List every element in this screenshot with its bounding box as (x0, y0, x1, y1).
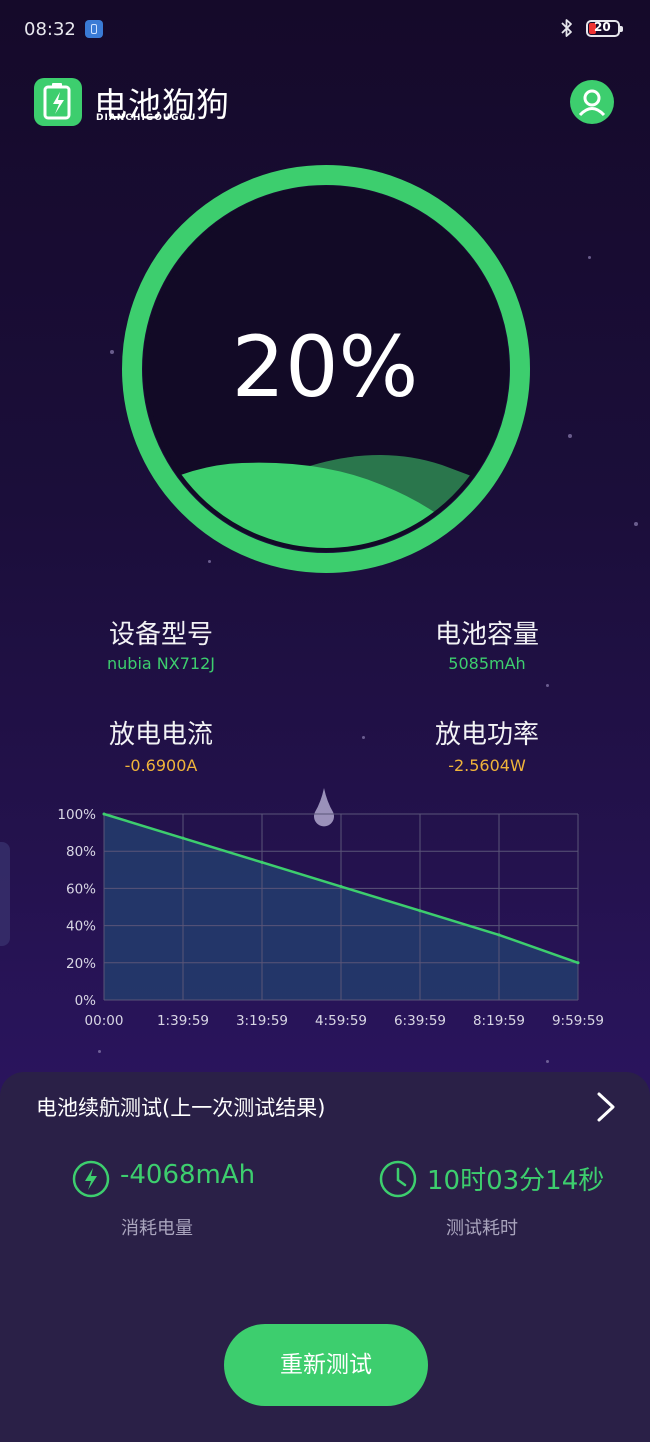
chart-y-tick-label: 60% (66, 881, 96, 897)
star-decoration (546, 684, 549, 687)
chart-data-point (497, 933, 501, 937)
duration-value: 10时03分14秒 (427, 1166, 605, 1196)
chart-x-tick-label: 00:00 (85, 1013, 124, 1029)
power-value: -2.5604W (448, 756, 526, 775)
capacity-label: 电池容量 (434, 620, 539, 650)
chart-data-point (260, 860, 264, 864)
chart-data-point (339, 885, 343, 889)
chart-x-tick-label: 1:39:59 (157, 1013, 209, 1029)
capacity-value: 5085mAh (448, 654, 526, 673)
star-decoration (634, 522, 638, 526)
current-value: -0.6900A (124, 756, 198, 775)
chart-y-tick-label: 0% (75, 993, 97, 1009)
duration-label: 测试耗时 (446, 1218, 518, 1239)
chevron-right-icon[interactable] (594, 1090, 618, 1124)
chart-x-tick-label: 9:59:59 (552, 1013, 604, 1029)
star-decoration (546, 1060, 549, 1063)
clock-icon (379, 1160, 417, 1198)
chart-data-point (181, 836, 185, 840)
chart-y-tick-label: 20% (66, 956, 96, 972)
model-value: nubia NX712J (107, 654, 215, 673)
chart-data-point (102, 812, 106, 816)
chart-x-tick-label: 4:59:59 (315, 1013, 367, 1029)
chart-data-point (576, 961, 580, 965)
lightning-icon (72, 1160, 110, 1198)
discharge-chart: 100% 80% 60% 40% 20% 0% 00:00 1:39:59 3:19:59 4:5… (57, 807, 604, 1029)
chart-x-tick-label: 3:19:59 (236, 1013, 288, 1029)
chart-x-tick-label: 6:39:59 (394, 1013, 446, 1029)
chart-y-tick-label: 80% (66, 844, 96, 860)
power-label: 放电功率 (434, 720, 539, 750)
model-label: 设备型号 (108, 620, 213, 650)
consumed-value: -4068mAh (120, 1160, 256, 1190)
chart-data-point (418, 909, 422, 913)
consumed-label: 消耗电量 (121, 1218, 193, 1239)
chart-y-tick-label: 100% (57, 807, 96, 823)
side-drawer-handle[interactable] (0, 842, 10, 946)
chart-y-tick-label: 40% (66, 919, 96, 935)
star-decoration (98, 1050, 101, 1053)
current-label: 放电电流 (108, 720, 213, 750)
retest-button[interactable]: 重新测试 (224, 1324, 428, 1406)
star-decoration (362, 736, 365, 739)
battery-percent: 20% (231, 318, 419, 416)
chart-x-tick-label: 8:19:59 (473, 1013, 525, 1029)
last-test-title[interactable]: 电池续航测试(上一次测试结果) (36, 1092, 325, 1122)
